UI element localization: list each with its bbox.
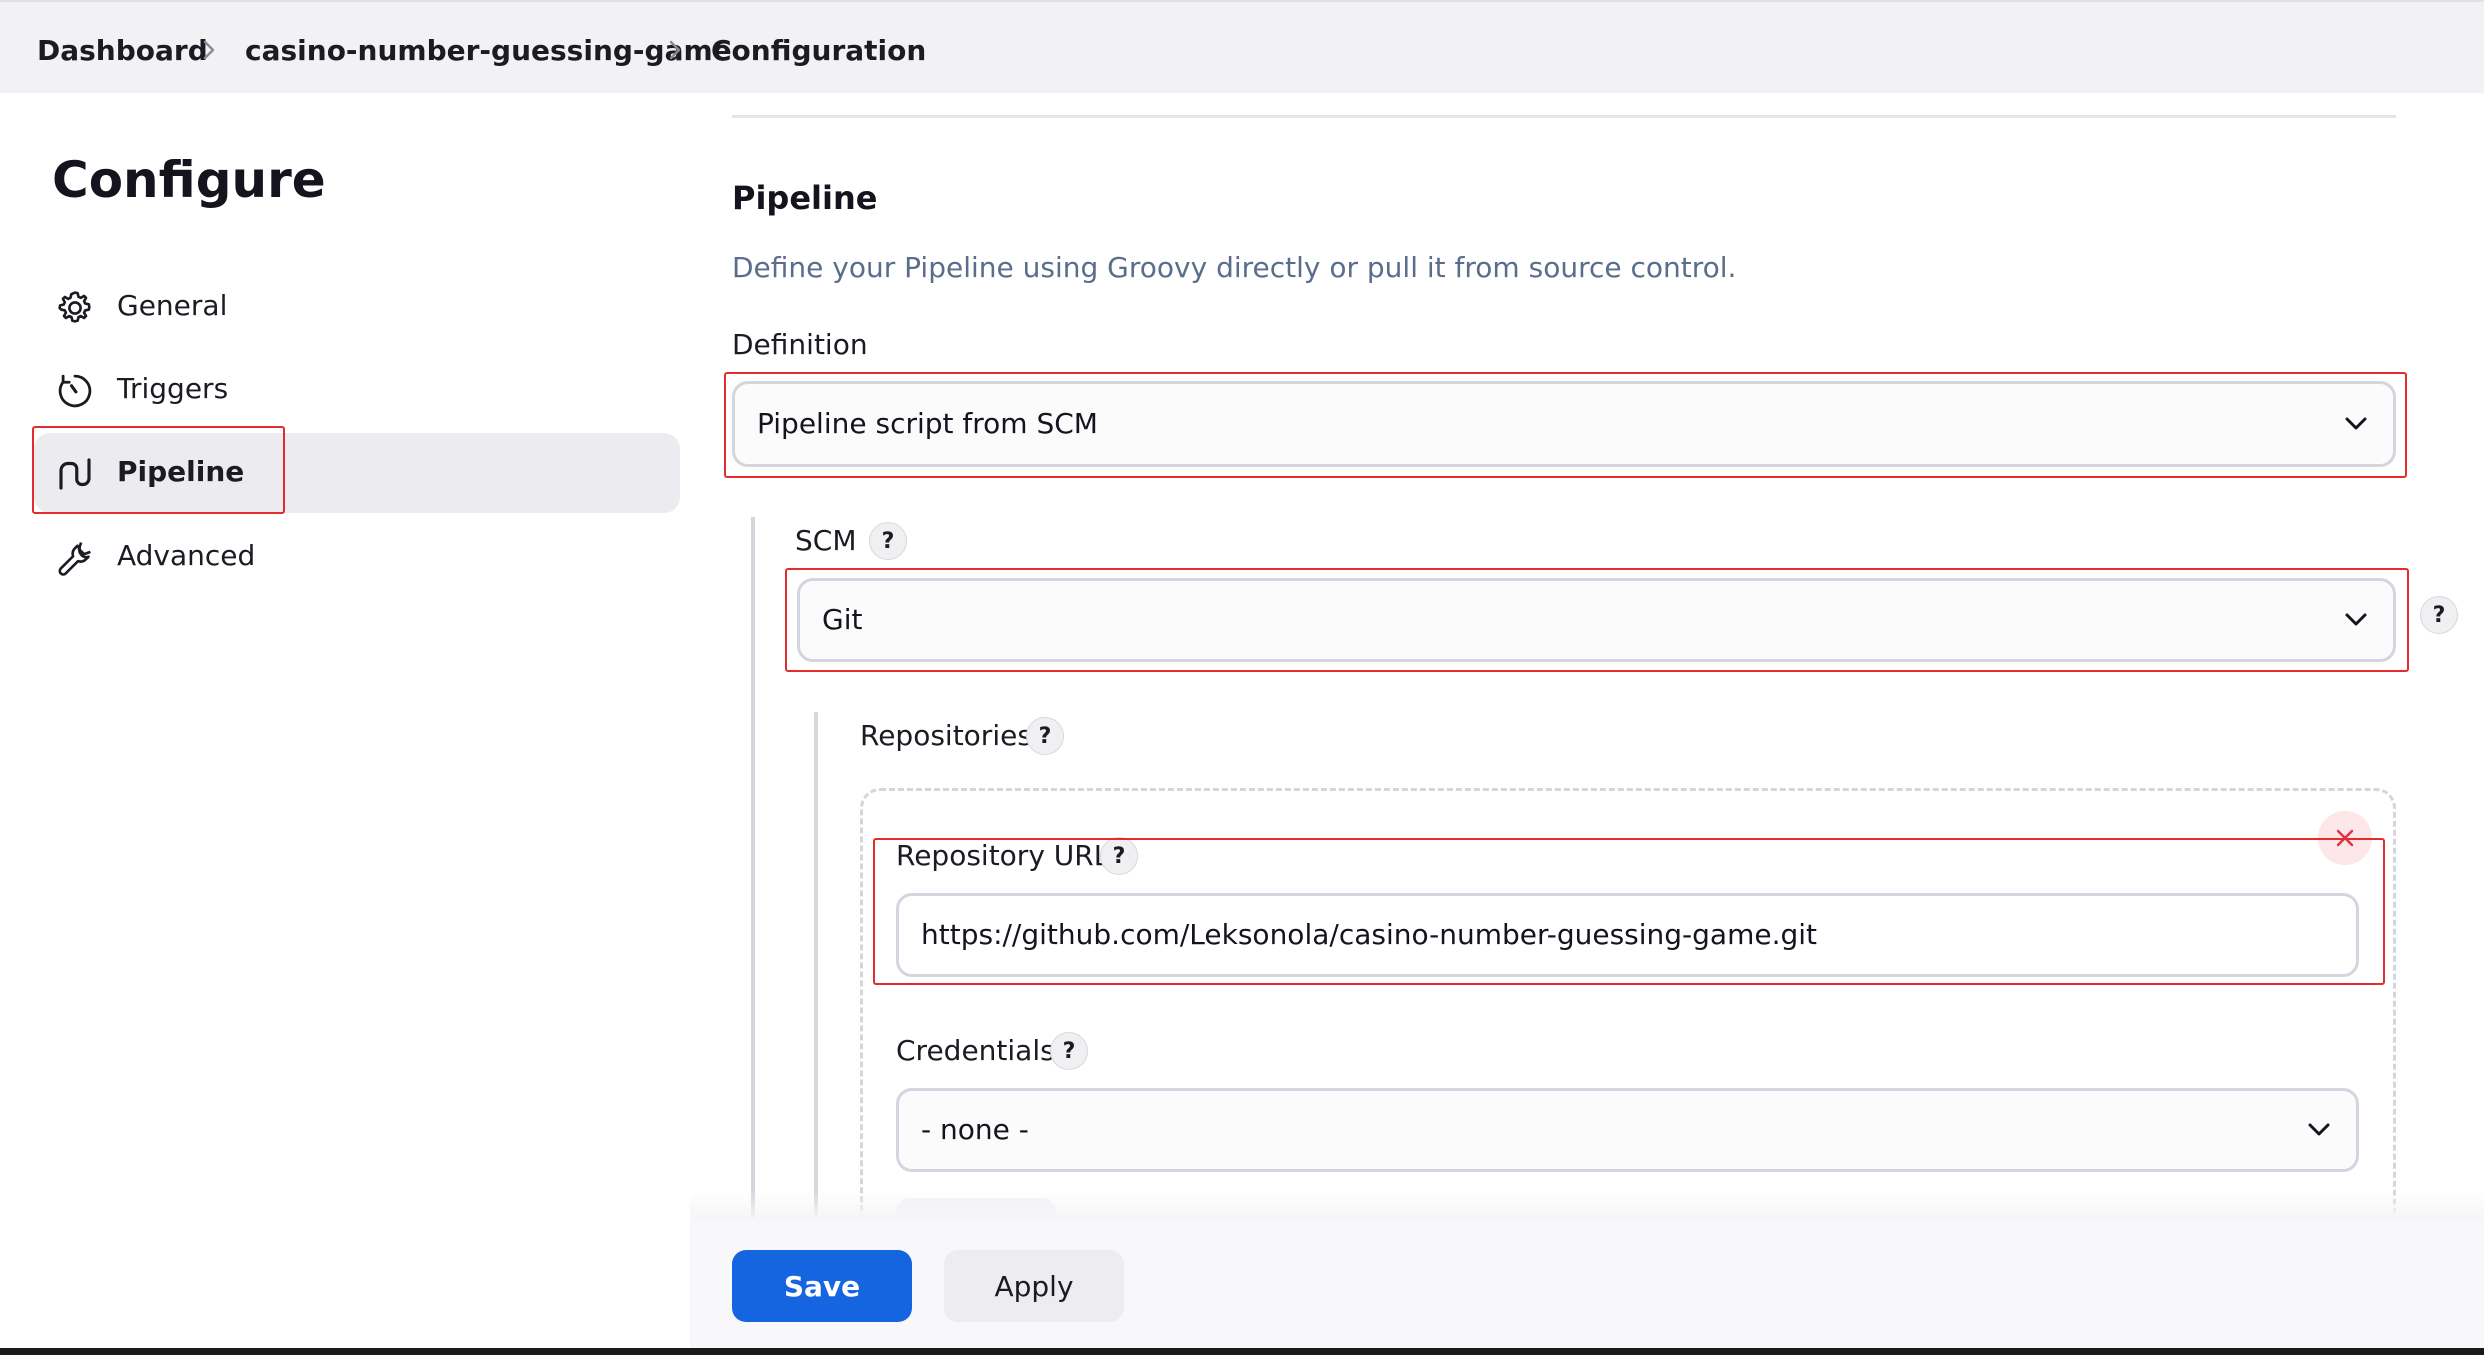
sidebar-item-advanced[interactable]: Advanced: [34, 517, 680, 597]
clock-icon: [58, 374, 92, 408]
nested-section-line: [751, 517, 755, 1220]
highlight-outline: [32, 426, 285, 514]
save-button[interactable]: Save: [732, 1250, 912, 1322]
breadcrumb-project[interactable]: casino-number-guessing-game: [245, 33, 732, 69]
chevron-right-icon: [669, 40, 681, 60]
sidebar-item-label: Advanced: [117, 539, 256, 572]
help-button[interactable]: ?: [869, 522, 907, 560]
gear-icon: [58, 291, 91, 323]
chevron-down-icon: [2308, 1123, 2330, 1136]
help-button[interactable]: ?: [1050, 1032, 1088, 1070]
nested-section-line: [814, 712, 818, 1220]
highlight-outline: [785, 568, 2409, 672]
sidebar-item-general[interactable]: General: [34, 267, 680, 347]
breadcrumb-dashboard[interactable]: Dashboard: [37, 33, 208, 69]
apply-button[interactable]: Apply: [944, 1250, 1124, 1322]
bottom-bar-shadow: [690, 1190, 2484, 1220]
credentials-select[interactable]: - none -: [896, 1088, 2359, 1172]
section-title: Pipeline: [732, 179, 878, 217]
help-button[interactable]: ?: [2420, 596, 2458, 634]
credentials-label: Credentials: [896, 1034, 1055, 1067]
help-button[interactable]: ?: [1026, 717, 1064, 755]
credentials-select-value: - none -: [921, 1113, 1029, 1146]
definition-label: Definition: [732, 328, 868, 361]
highlight-outline: [873, 838, 2385, 985]
scm-label: SCM: [795, 524, 857, 557]
section-divider: [732, 115, 2396, 118]
wrench-icon: [58, 542, 91, 576]
highlight-outline: [724, 372, 2407, 478]
sidebar-item-label: Triggers: [117, 372, 229, 405]
repositories-label: Repositories: [860, 719, 1032, 752]
taskbar-edge: [0, 1348, 2484, 1355]
sidebar-item-label: General: [117, 289, 228, 322]
breadcrumb-bar: Dashboard casino-number-guessing-game Co…: [0, 0, 2484, 93]
chevron-right-icon: [203, 40, 215, 60]
sidebar-item-triggers[interactable]: Triggers: [34, 350, 680, 430]
page-title: Configure: [52, 151, 326, 209]
breadcrumb-configuration[interactable]: Configuration: [711, 33, 926, 69]
section-description: Define your Pipeline using Groovy direct…: [732, 251, 1737, 284]
